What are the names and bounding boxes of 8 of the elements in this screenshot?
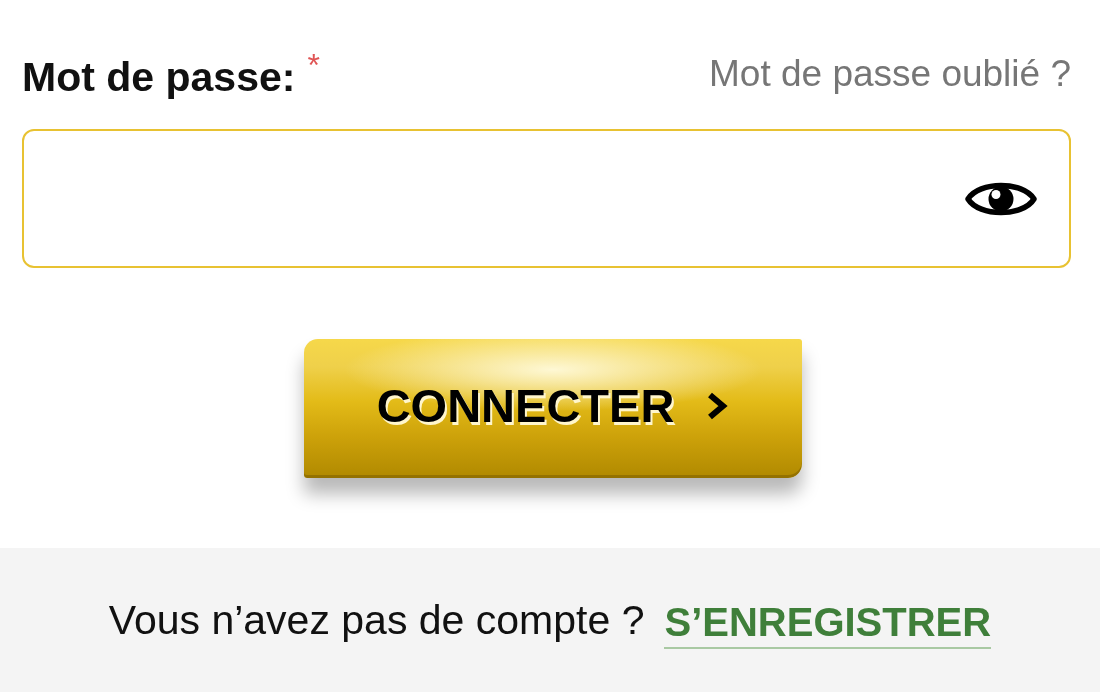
signup-link[interactable]: S’ENREGISTRER — [664, 597, 992, 649]
required-asterisk: * — [307, 50, 320, 80]
signup-prompt: Vous n’avez pas de compte ? — [108, 596, 645, 645]
password-field[interactable] — [22, 129, 1071, 268]
login-button[interactable]: CONNECTER — [303, 339, 802, 478]
password-label: Mot de passe: — [22, 53, 296, 102]
chevron-right-icon — [706, 391, 729, 420]
forgot-password-link[interactable]: Mot de passe oublié ? — [709, 50, 1071, 98]
